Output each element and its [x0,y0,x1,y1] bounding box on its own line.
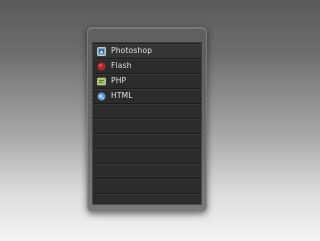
empty-row [93,164,201,179]
menu-item-label: Flash [111,61,132,70]
menu-item-php[interactable]: PHP [93,74,201,89]
empty-row [93,194,201,204]
menu-item-label: Photoshop [111,46,153,55]
menu-item-label: HTML [111,91,133,100]
menu-item-photoshop[interactable]: Photoshop [93,44,201,59]
empty-row [93,134,201,149]
flash-icon [97,62,106,71]
empty-row [93,179,201,194]
menu-item-label: PHP [111,76,127,85]
menu-item-flash[interactable]: Flash [93,59,201,74]
empty-row [93,149,201,164]
menu-item-html[interactable]: HTML [93,89,201,104]
empty-row [93,119,201,134]
menu-list: Photoshop Flash PHP HTML [93,43,201,204]
html-globe-icon [97,92,106,101]
php-icon [97,77,106,86]
menu-panel: Photoshop Flash PHP HTML [87,27,207,212]
photoshop-icon [97,46,106,56]
empty-row [93,104,201,119]
